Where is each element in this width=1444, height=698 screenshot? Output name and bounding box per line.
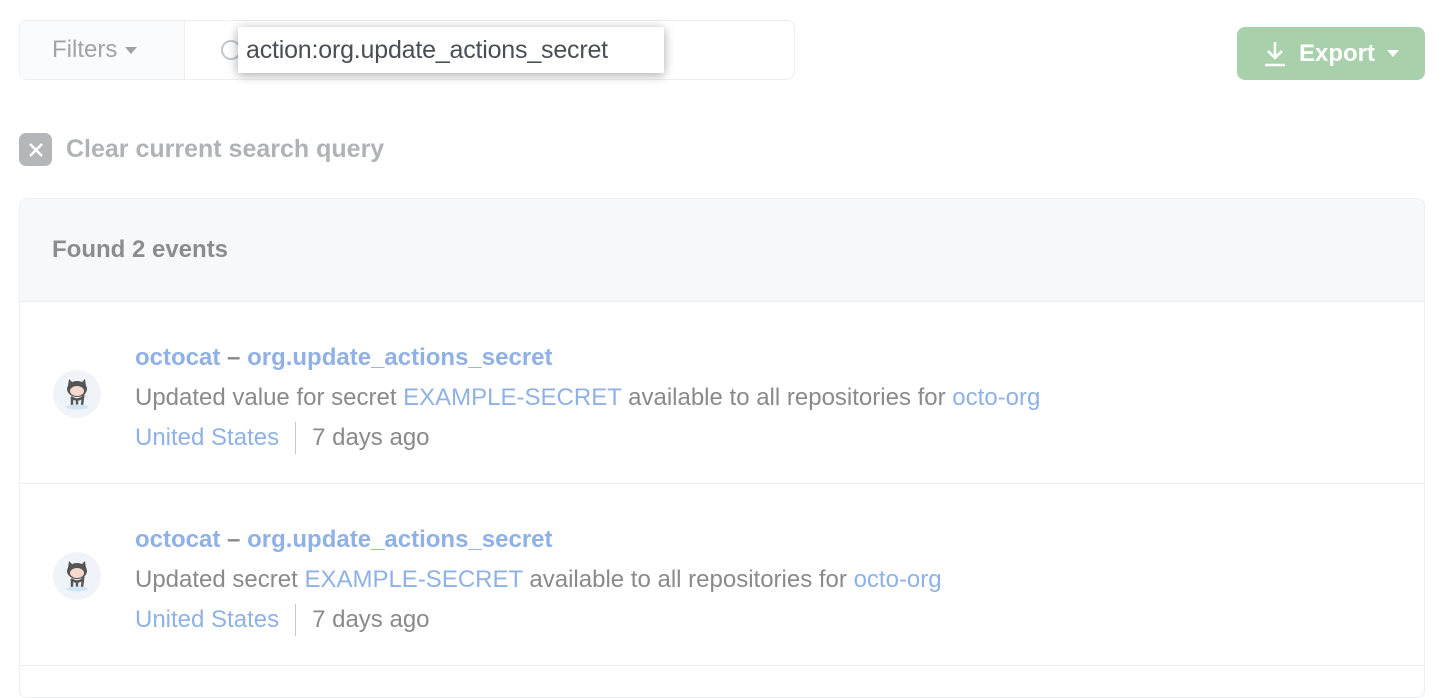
actor-link[interactable]: octocat (135, 526, 220, 553)
divider (295, 422, 297, 454)
filters-dropdown[interactable]: Filters (20, 21, 185, 79)
location-link[interactable]: United States (135, 418, 279, 458)
event-description: available to all repositories for (621, 384, 953, 411)
clear-label: Clear current search query (66, 135, 385, 163)
event-description: Updated value for secret (135, 384, 404, 411)
org-link[interactable]: octo-org (854, 566, 942, 593)
download-icon (1264, 41, 1285, 66)
caret-down-icon (1387, 50, 1399, 57)
caret-down-icon (125, 46, 138, 54)
event-description: available to all repositories for (522, 566, 854, 593)
export-label: Export (1298, 39, 1375, 67)
event-row: octocat – org.update_actions_secret Upda… (20, 302, 1424, 484)
event-description: Updated secret (135, 566, 305, 593)
divider (295, 604, 297, 636)
results-summary: Found 2 events (20, 199, 1424, 302)
action-link[interactable]: org.update_actions_secret (247, 344, 552, 371)
timestamp: 7 days ago (312, 606, 430, 633)
events-list: Found 2 events octocat – org.update_acti… (19, 198, 1425, 698)
clear-search-button[interactable]: Clear current search query (19, 133, 384, 166)
separator: – (227, 344, 241, 371)
export-button[interactable]: Export (1237, 27, 1425, 80)
secret-link[interactable]: EXAMPLE-SECRET (304, 566, 522, 593)
close-icon (19, 133, 52, 166)
action-link[interactable]: org.update_actions_secret (247, 526, 552, 553)
event-row: octocat – org.update_actions_secret Upda… (20, 484, 1424, 666)
avatar[interactable] (53, 370, 101, 418)
timestamp: 7 days ago (312, 424, 430, 451)
org-link[interactable]: octo-org (952, 384, 1040, 411)
actor-link[interactable]: octocat (135, 344, 220, 371)
avatar[interactable] (53, 552, 101, 600)
octocat-icon (66, 379, 88, 410)
location-link[interactable]: United States (135, 600, 279, 640)
secret-link[interactable]: EXAMPLE-SECRET (403, 384, 621, 411)
search-input[interactable]: action:org.update_actions_secret (238, 27, 664, 73)
filters-label: Filters (52, 36, 118, 63)
octocat-icon (66, 561, 88, 592)
separator: – (227, 526, 241, 553)
